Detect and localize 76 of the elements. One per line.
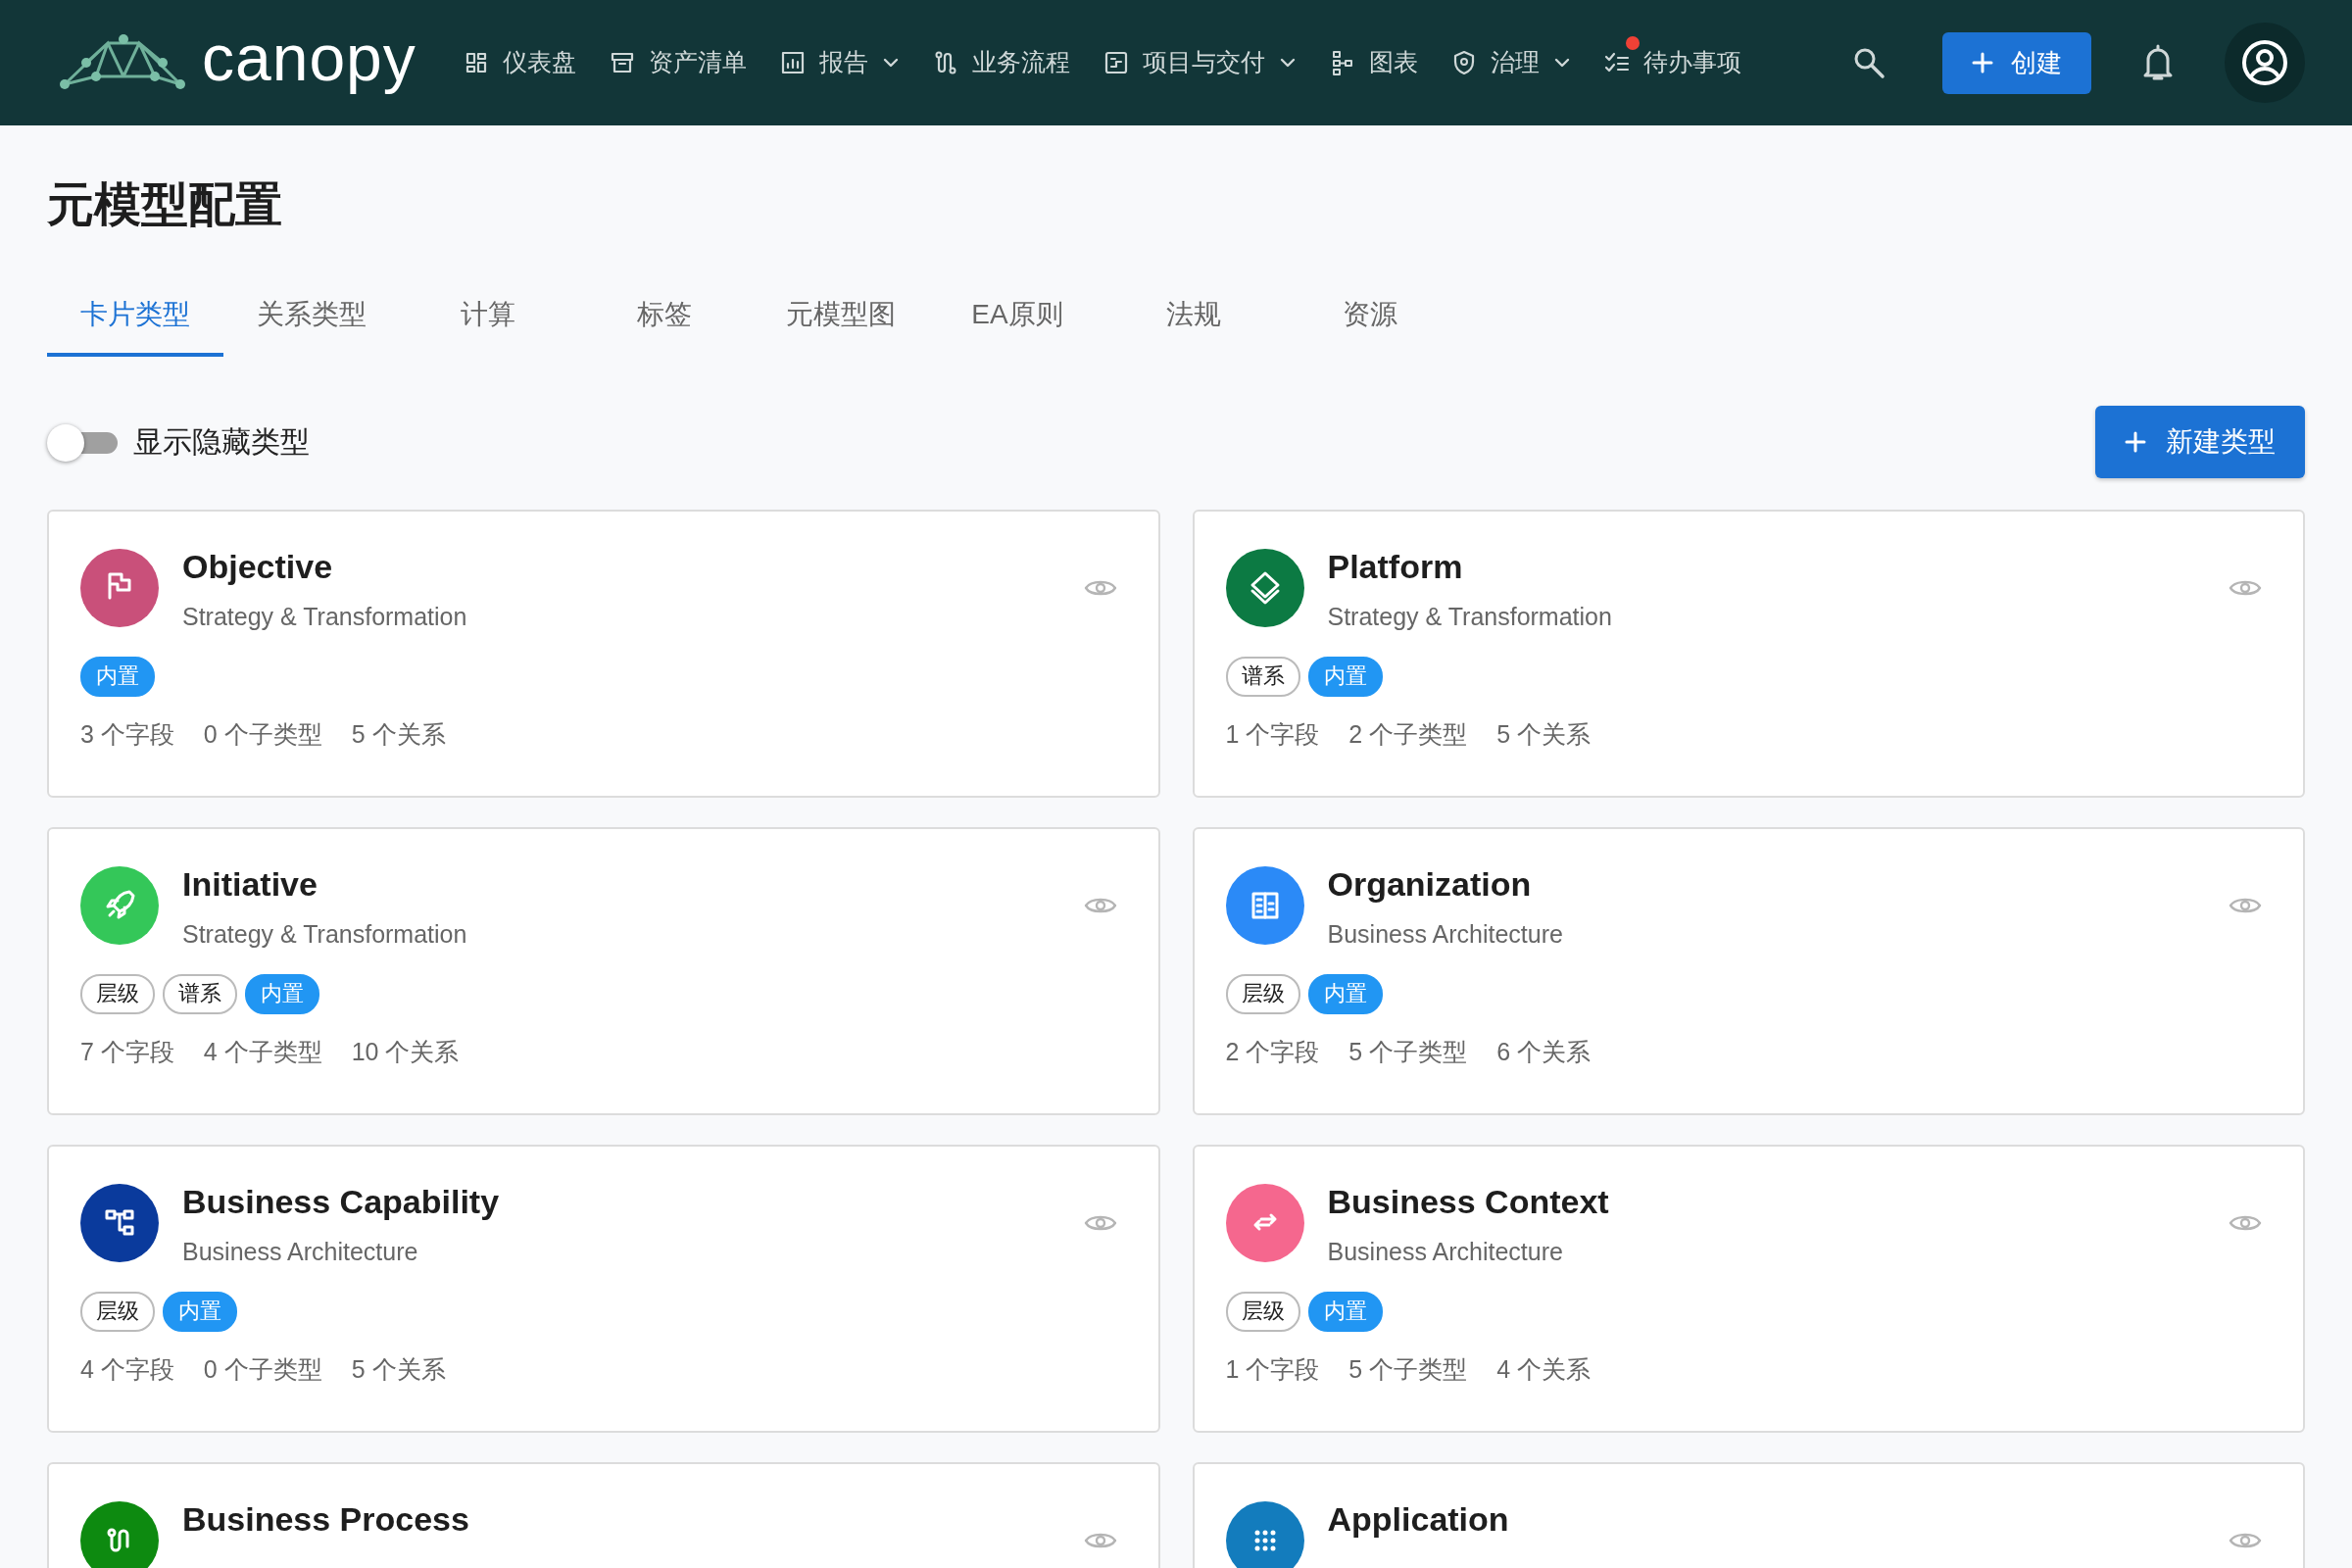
tab[interactable]: 卡片类型 — [47, 279, 223, 357]
card-stat: 2 个字段 — [1225, 1037, 1320, 1068]
card-stat: 5 个关系 — [351, 1354, 446, 1386]
page-title: 元模型配置 — [47, 177, 283, 232]
nav-link[interactable]: 待办事项 — [1603, 34, 1741, 91]
card-stat: 0 个子类型 — [203, 1354, 322, 1386]
card-category: Strategy & Transformation — [1327, 602, 1612, 632]
chevron-down-icon — [1552, 57, 1571, 69]
tag: 层级 — [80, 974, 155, 1015]
tag: 内置 — [80, 657, 155, 698]
user-circle-icon — [2240, 38, 2289, 87]
tab[interactable]: 计算 — [400, 279, 576, 357]
card-category: Business Architecture — [1327, 1237, 1564, 1267]
card-stat: 3 个字段 — [80, 719, 174, 751]
tab[interactable]: 法规 — [1105, 279, 1282, 357]
tab[interactable]: EA原则 — [929, 279, 1105, 357]
card-stat: 4 个字段 — [80, 1354, 174, 1386]
card-title: Application — [1327, 1500, 1509, 1538]
tag: 内置 — [1307, 974, 1383, 1015]
card-stat: 0 个子类型 — [203, 719, 322, 751]
card-title: Business Process — [182, 1500, 469, 1538]
tag: 内置 — [1307, 1292, 1383, 1333]
nav-link[interactable]: 仪表盘 — [463, 34, 576, 91]
card-title: Business Context — [1327, 1183, 1609, 1220]
card-title: Objective — [182, 548, 334, 585]
card-stat: 7 个字段 — [80, 1037, 174, 1068]
card-stat: 1 个字段 — [1225, 1354, 1320, 1386]
card-stat: 5 个关系 — [351, 719, 446, 751]
document-icon — [1102, 50, 1129, 75]
tag: 层级 — [1225, 1292, 1300, 1333]
tab[interactable]: 关系类型 — [223, 279, 400, 357]
card-title: Initiative — [182, 865, 318, 903]
toggle-label: 显示隐藏类型 — [133, 424, 310, 461]
nav-link[interactable]: 资产清单 — [609, 34, 747, 91]
card-title: Organization — [1327, 865, 1533, 903]
card-stat: 10 个关系 — [351, 1037, 460, 1068]
nav-link[interactable]: 治理 — [1450, 34, 1571, 91]
card-stat: 5 个子类型 — [1348, 1354, 1468, 1386]
card-stat: 4 个关系 — [1496, 1354, 1592, 1386]
card-category: Business Architecture — [182, 1237, 419, 1267]
new-type-button[interactable]: 新建类型 — [2095, 405, 2305, 478]
card-title: Platform — [1327, 548, 1464, 585]
tent-logo-icon — [59, 33, 186, 92]
chevron-down-icon — [881, 57, 900, 69]
nav-link[interactable]: 项目与交付 — [1102, 34, 1297, 91]
nav-link[interactable]: 图表 — [1329, 34, 1418, 91]
tag: 内置 — [163, 1292, 237, 1333]
plus-icon — [1972, 52, 1993, 74]
notification-dot — [1625, 36, 1640, 51]
card-stat: 5 个关系 — [1496, 719, 1592, 751]
chevron-down-icon — [1278, 57, 1297, 69]
tag: 谱系 — [163, 974, 237, 1015]
card-stat: 1 个字段 — [1225, 719, 1320, 751]
archive-box-icon — [609, 50, 635, 75]
search-icon — [1852, 46, 1886, 79]
tag: 内置 — [1307, 657, 1383, 698]
tag: 谱系 — [1225, 657, 1300, 698]
card-category: Business Architecture — [1327, 919, 1563, 950]
tag: 内置 — [245, 974, 319, 1015]
card-title: Business Capability — [182, 1183, 500, 1220]
bar-chart-icon — [779, 50, 806, 75]
tab[interactable]: 元模型图 — [753, 279, 929, 357]
tag: 层级 — [1225, 974, 1300, 1015]
create-button[interactable]: 创建 — [1942, 31, 2091, 94]
tag: 层级 — [80, 1292, 155, 1333]
card-category: Strategy & Transformation — [182, 602, 467, 632]
plus-icon — [2125, 430, 2146, 453]
card-stat: 4 个子类型 — [203, 1037, 322, 1068]
card-stat: 5 个子类型 — [1348, 1037, 1468, 1068]
tab[interactable]: 资源 — [1282, 279, 1458, 357]
card-stat: 6 个关系 — [1496, 1037, 1592, 1068]
nav-link[interactable]: 报告 — [779, 34, 900, 91]
card-category: Strategy & Transformation — [182, 919, 467, 950]
tab[interactable]: 标签 — [576, 279, 753, 357]
card-stat: 2 个子类型 — [1348, 719, 1468, 751]
nav-link[interactable]: 业务流程 — [932, 34, 1070, 91]
